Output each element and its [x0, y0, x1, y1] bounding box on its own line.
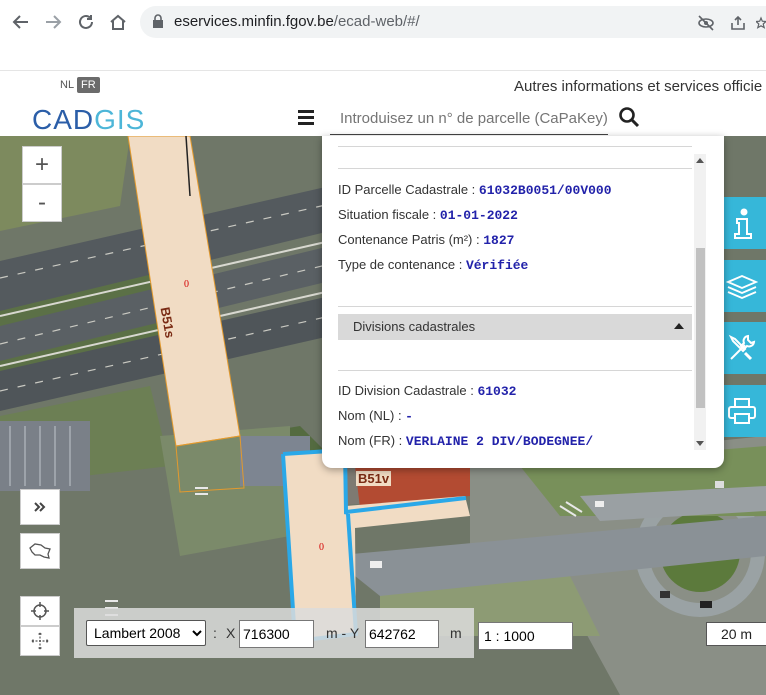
expand-panel-button[interactable]	[20, 489, 60, 525]
field-area: Contenance Patris (m²) : 1827	[338, 232, 514, 248]
divisions-section-header[interactable]: Divisions cadastrales	[338, 314, 692, 340]
field-label: Nom (FR) :	[338, 433, 406, 448]
field-division-id: ID Division Cadastrale : 61032	[338, 383, 516, 399]
logo-cad: CAD	[32, 104, 95, 135]
info-icon	[733, 208, 752, 239]
field-area-type: Type de contenance : Vérifiée	[338, 257, 528, 273]
info-button[interactable]	[717, 197, 766, 249]
coordinate-bar: Lambert 2008 : X m - Y m	[74, 608, 474, 658]
site-header: CADGIS	[0, 98, 766, 136]
field-value: -	[405, 409, 413, 424]
forward-arrow-icon[interactable]	[40, 9, 66, 35]
layers-icon	[725, 275, 758, 299]
app-root: eservices.minfin.fgov.be/ecad-web/#/ NL …	[0, 0, 766, 695]
field-value: Vérifiée	[465, 258, 529, 273]
divider	[338, 146, 692, 147]
lang-nl-link[interactable]: NL	[60, 79, 74, 91]
belgium-map-button[interactable]	[20, 533, 60, 569]
zoom-out-button[interactable]: -	[22, 184, 62, 222]
divider	[338, 370, 692, 371]
url-path: /ecad-web/#/	[333, 13, 420, 30]
popup-scrollbar[interactable]	[694, 154, 706, 450]
x-coordinate-input[interactable]	[239, 620, 314, 648]
home-icon[interactable]	[105, 9, 131, 35]
field-value: 61032	[477, 384, 517, 399]
field-name-fr: Nom (FR) : VERLAINE 2 DIV/BODEGNEE/	[338, 433, 593, 449]
field-label: Type de contenance :	[338, 257, 466, 272]
url-text: eservices.minfin.fgov.be/ecad-web/#/	[174, 13, 420, 30]
parcel-number-label: 0	[319, 542, 324, 553]
double-chevron-right-icon	[34, 502, 46, 512]
share-icon[interactable]	[728, 15, 748, 31]
wrench-screwdriver-icon	[728, 334, 755, 361]
field-label: Situation fiscale :	[338, 207, 440, 222]
language-bar: NL FR Autres informations et services of…	[0, 70, 766, 98]
parcel-info-popup: ID Parcelle Cadastrale : 61032B0051/00V0…	[322, 136, 724, 468]
crosshair-icon	[31, 602, 49, 620]
field-label: Nom (NL) :	[338, 408, 406, 423]
scrollbar-thumb[interactable]	[696, 248, 705, 408]
divider	[338, 306, 692, 307]
url-host: eservices.minfin.fgov.be	[174, 13, 334, 30]
reload-icon[interactable]	[73, 9, 99, 35]
tools-button[interactable]	[717, 322, 766, 374]
popup-content: ID Parcelle Cadastrale : 61032B0051/00V0…	[338, 136, 692, 456]
belgium-outline-icon	[29, 543, 51, 559]
back-arrow-icon[interactable]	[8, 9, 34, 35]
search-icon[interactable]	[618, 106, 642, 130]
move-arrows-icon	[31, 632, 49, 650]
field-value: 1827	[483, 233, 515, 248]
divider	[338, 168, 692, 169]
print-button[interactable]	[717, 385, 766, 437]
section-title: Divisions cadastrales	[353, 319, 476, 334]
field-name-nl: Nom (NL) : -	[338, 408, 413, 424]
cadgis-logo[interactable]: CADGIS	[32, 104, 145, 136]
crs-select[interactable]: Lambert 2008	[86, 620, 206, 646]
address-bar[interactable]: eservices.minfin.fgov.be/ecad-web/#/	[140, 6, 766, 38]
field-label: Contenance Patris (m²) :	[338, 232, 484, 247]
field-parcel-id: ID Parcelle Cadastrale : 61032B0051/00V0…	[338, 182, 612, 198]
y-label: m - Y	[326, 625, 360, 641]
field-value: 01-01-2022	[439, 208, 518, 223]
scale-bar: 20 m	[706, 622, 766, 646]
star-icon[interactable]	[754, 15, 766, 31]
field-label: ID Division Cadastrale :	[338, 383, 478, 398]
field-value: VERLAINE 2 DIV/BODEGNEE/	[405, 434, 594, 449]
lock-icon	[153, 14, 163, 28]
parcel-number-label: 0	[184, 279, 189, 290]
collapse-caret-icon[interactable]	[674, 323, 684, 329]
eye-slash-icon[interactable]	[696, 15, 716, 31]
field-value: 61032B0051/00V000	[478, 183, 612, 198]
other-info-link[interactable]: Autres informations et services officie	[514, 78, 762, 95]
full-extent-button[interactable]	[20, 626, 60, 656]
coord-colon: :	[213, 625, 217, 641]
layers-button[interactable]	[717, 260, 766, 312]
y-coordinate-input[interactable]	[365, 620, 439, 648]
parcel-search-input[interactable]	[330, 103, 608, 135]
locate-button[interactable]	[20, 596, 60, 626]
browser-toolbar: eservices.minfin.fgov.be/ecad-web/#/	[0, 0, 766, 44]
unit-label: m	[450, 625, 462, 641]
parcel-code-label: B51v	[356, 471, 392, 486]
zoom-in-button[interactable]: +	[22, 146, 62, 184]
lang-fr-link[interactable]: FR	[77, 77, 100, 93]
field-fiscal-situation: Situation fiscale : 01-01-2022	[338, 207, 518, 223]
logo-gis: GIS	[94, 104, 146, 135]
printer-icon	[727, 398, 756, 424]
scroll-down-arrow-icon[interactable]	[696, 441, 704, 446]
hamburger-menu-icon[interactable]	[298, 110, 314, 125]
x-label: X	[226, 625, 236, 641]
scale-input[interactable]	[478, 622, 573, 650]
scroll-up-arrow-icon[interactable]	[696, 158, 704, 163]
field-label: ID Parcelle Cadastrale :	[338, 182, 479, 197]
